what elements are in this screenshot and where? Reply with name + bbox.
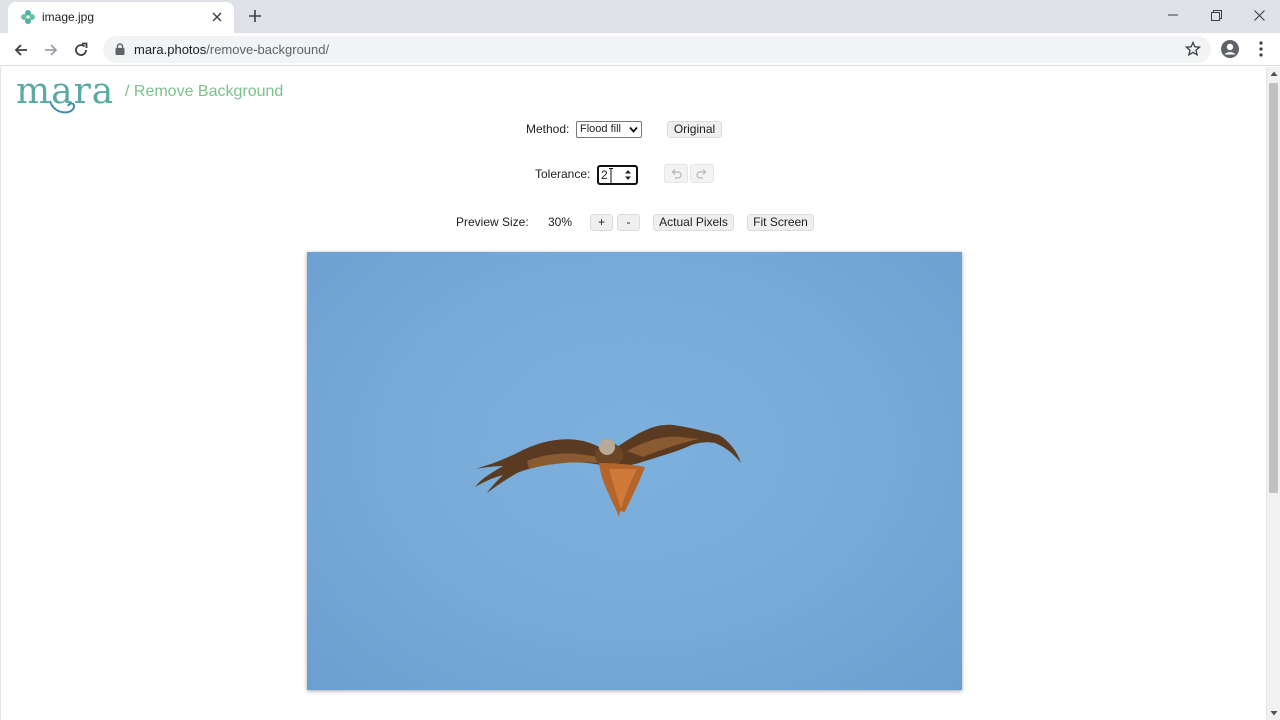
url-path: /remove-background/ bbox=[206, 42, 330, 57]
kebab-menu-icon[interactable] bbox=[1254, 39, 1268, 59]
address-bar[interactable]: mara.photos/remove-background/ bbox=[103, 36, 1211, 63]
scroll-up-icon[interactable] bbox=[1270, 70, 1278, 78]
undo-icon bbox=[671, 169, 682, 179]
scroll-thumb[interactable] bbox=[1269, 83, 1278, 493]
minimize-icon bbox=[1168, 14, 1178, 16]
tolerance-input[interactable]: 2 bbox=[597, 165, 638, 185]
method-label: Method: bbox=[526, 122, 570, 136]
tolerance-value: 2 bbox=[601, 168, 608, 182]
lock-icon bbox=[115, 43, 125, 55]
method-value: Flood fill bbox=[580, 123, 621, 135]
close-window-button[interactable] bbox=[1238, 0, 1280, 30]
preview-size-value: 30% bbox=[548, 215, 573, 229]
text-cursor-icon bbox=[609, 168, 613, 184]
scroll-down-icon[interactable] bbox=[1270, 709, 1278, 717]
spinner-arrows-icon[interactable] bbox=[624, 169, 632, 181]
kite-bird-image bbox=[475, 424, 741, 517]
mara-logo[interactable]: mara bbox=[16, 71, 121, 115]
tab-strip: image.jpg bbox=[0, 0, 1280, 33]
restore-button[interactable] bbox=[1195, 0, 1237, 30]
fit-screen-button[interactable]: Fit Screen bbox=[747, 214, 814, 231]
page-title: / Remove Background bbox=[125, 83, 284, 100]
actual-pixels-button[interactable]: Actual Pixels bbox=[653, 214, 734, 231]
minimize-button[interactable] bbox=[1152, 0, 1194, 30]
redo-icon bbox=[696, 169, 707, 179]
method-select[interactable]: Flood fill bbox=[576, 121, 642, 138]
zoom-in-button[interactable]: + bbox=[590, 214, 613, 231]
reload-button[interactable] bbox=[69, 38, 93, 62]
back-icon bbox=[14, 44, 27, 56]
forward-icon bbox=[45, 44, 58, 56]
plus-icon bbox=[249, 10, 261, 22]
forward-button[interactable] bbox=[39, 38, 63, 62]
close-tab-button[interactable] bbox=[208, 8, 226, 26]
redo-button[interactable] bbox=[690, 164, 714, 183]
original-button[interactable]: Original bbox=[667, 121, 722, 138]
back-button[interactable] bbox=[9, 38, 33, 62]
reload-icon bbox=[75, 42, 88, 56]
new-tab-button[interactable] bbox=[244, 5, 266, 27]
close-icon bbox=[1253, 9, 1265, 21]
page-scrollbar[interactable] bbox=[1266, 67, 1280, 720]
browser-toolbar: mara.photos/remove-background/ bbox=[0, 33, 1280, 66]
url-host: mara.photos bbox=[134, 42, 207, 57]
tolerance-label: Tolerance: bbox=[535, 167, 591, 181]
image-preview[interactable] bbox=[307, 252, 962, 690]
chevron-down-icon bbox=[629, 126, 638, 133]
tab-title: image.jpg bbox=[42, 10, 95, 24]
url-text: mara.photos/remove-background/ bbox=[134, 42, 329, 57]
pinwheel-favicon-icon bbox=[21, 10, 35, 24]
close-icon bbox=[212, 12, 222, 22]
profile-icon[interactable] bbox=[1220, 39, 1240, 59]
undo-button[interactable] bbox=[664, 164, 688, 183]
tab-image-jpg[interactable]: image.jpg bbox=[8, 2, 234, 33]
preview-size-label: Preview Size: bbox=[456, 215, 529, 229]
zoom-out-button[interactable]: - bbox=[617, 214, 640, 231]
star-icon[interactable] bbox=[1185, 41, 1201, 57]
restore-icon bbox=[1210, 9, 1222, 21]
page-content: mara / Remove Background Method: Flood f… bbox=[0, 67, 1266, 720]
logo-swirl-icon bbox=[49, 100, 76, 114]
